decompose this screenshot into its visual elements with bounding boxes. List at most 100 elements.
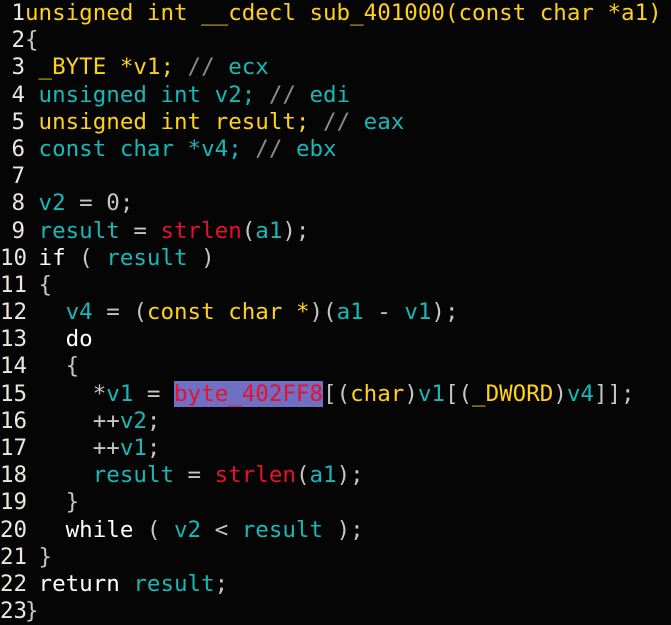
line-content[interactable]: ++v1; xyxy=(25,435,671,462)
line-content[interactable]: } xyxy=(25,489,671,516)
code-line[interactable]: 19 } xyxy=(0,489,671,516)
code-token: ( xyxy=(295,462,310,489)
code-line[interactable]: 10 if ( result ) xyxy=(0,245,671,272)
line-content[interactable]: } xyxy=(25,598,671,625)
line-content[interactable]: { xyxy=(25,27,671,54)
line-content[interactable]: do xyxy=(25,326,671,353)
line-content[interactable]: ++v2; xyxy=(25,408,671,435)
code-token: unsigned int __cdecl sub_401000(const ch… xyxy=(25,0,662,26)
line-number: 14 xyxy=(0,353,28,380)
code-token: ++ xyxy=(25,435,120,461)
code-token: strlen xyxy=(160,217,242,244)
code-line[interactable]: 3 _BYTE *v1; // ecx xyxy=(0,54,671,81)
selected-token[interactable]: byte_402FF8 xyxy=(174,380,324,407)
code-token: * xyxy=(25,380,107,407)
code-token: = ( xyxy=(92,299,147,326)
code-line[interactable]: 21 } xyxy=(0,544,671,571)
code-line[interactable]: 7 xyxy=(0,163,671,190)
line-content[interactable]: { xyxy=(25,353,671,380)
code-token: )( xyxy=(309,299,337,326)
line-number: 1 xyxy=(11,0,25,26)
code-token: { xyxy=(25,271,53,298)
code-token: if xyxy=(38,244,66,271)
code-line[interactable]: 15 *v1 = byte_402FF8[(char)v1[(_DWORD)v4… xyxy=(0,380,671,408)
code-token: result xyxy=(92,462,175,489)
line-content[interactable]: unsigned int __cdecl sub_401000(const ch… xyxy=(25,0,671,27)
code-token: = xyxy=(174,462,215,489)
code-line[interactable]: 13 do xyxy=(0,326,671,353)
line-content[interactable]: if ( result ) xyxy=(25,245,671,272)
line-content[interactable]: *v1 = byte_402FF8[(char)v1[(_DWORD)v4]]; xyxy=(25,380,671,408)
code-line[interactable]: 4 unsigned int v2; // edi xyxy=(0,82,671,109)
code-token: ( xyxy=(241,217,256,244)
code-token: result xyxy=(106,244,188,271)
line-content[interactable]: result = strlen(a1); xyxy=(25,462,671,489)
code-token: char xyxy=(350,380,405,407)
code-line[interactable]: 5 unsigned int result; // eax xyxy=(0,109,671,136)
line-content[interactable]: result = strlen(a1); xyxy=(25,218,671,245)
code-line[interactable]: 8 v2 = 0; xyxy=(0,190,671,217)
code-line[interactable]: 11 { xyxy=(0,272,671,299)
line-content[interactable]: } xyxy=(25,544,671,571)
code-token: { xyxy=(25,27,39,54)
code-line[interactable]: 12 v4 = (const char *)(a1 - v1); xyxy=(0,299,671,326)
line-content[interactable]: unsigned int result; // eax xyxy=(25,109,671,136)
code-token: ) xyxy=(553,380,567,407)
code-line[interactable]: 16 ++v2; xyxy=(0,408,671,435)
code-line[interactable]: 22 return result; xyxy=(0,571,671,598)
code-line[interactable]: 9 result = strlen(a1); xyxy=(0,218,671,245)
line-number: 8 xyxy=(11,190,25,217)
code-token: ; xyxy=(146,407,161,434)
code-token: ); xyxy=(336,462,364,489)
code-token: ) xyxy=(404,380,418,407)
line-number: 12 xyxy=(0,299,28,326)
code-token: v1 xyxy=(404,299,432,326)
code-token: * xyxy=(295,299,310,326)
code-token: strlen xyxy=(214,462,296,489)
code-token: ); xyxy=(323,516,364,543)
code-line[interactable]: 1 unsigned int __cdecl sub_401000(const c… xyxy=(0,0,671,27)
code-token: a1 xyxy=(309,462,337,489)
code-line[interactable]: 20 while ( v2 < result ); xyxy=(0,517,671,544)
code-token: // xyxy=(255,81,310,108)
code-token: ( xyxy=(133,516,175,543)
code-token: } xyxy=(25,543,53,570)
code-token: ; xyxy=(214,570,229,597)
code-line[interactable]: 17 ++v1; xyxy=(0,435,671,462)
pseudocode-view[interactable]: 1 unsigned int __cdecl sub_401000(const c… xyxy=(0,0,671,625)
code-token: ; xyxy=(119,190,134,217)
code-line-list: 1 unsigned int __cdecl sub_401000(const c… xyxy=(0,0,671,625)
line-content[interactable]: _BYTE *v1; // ecx xyxy=(25,54,671,81)
line-content[interactable]: unsigned int v2; // edi xyxy=(25,82,671,109)
code-token: ]]; xyxy=(593,380,635,407)
line-number: 4 xyxy=(11,81,25,108)
code-line[interactable]: 2{ xyxy=(0,27,671,54)
line-content[interactable]: { xyxy=(25,272,671,299)
code-line[interactable]: 6 const char *v4; // ebx xyxy=(0,136,671,163)
line-content[interactable]: const char *v4; // ebx xyxy=(25,136,671,163)
code-token: do xyxy=(65,326,93,353)
line-content[interactable]: return result; xyxy=(25,571,671,598)
line-number: 9 xyxy=(11,217,25,244)
line-content[interactable]: while ( v2 < result ); xyxy=(25,517,671,544)
code-line[interactable]: 23} xyxy=(0,598,671,625)
code-token: // xyxy=(174,54,229,81)
line-content[interactable]: v2 = 0; xyxy=(25,190,671,217)
line-number: 6 xyxy=(11,135,25,162)
line-number: 2 xyxy=(11,27,25,54)
code-token: v2 xyxy=(119,407,147,434)
line-number: 22 xyxy=(0,570,28,597)
code-token: unsigned int v2; xyxy=(25,81,256,108)
code-token: a1 xyxy=(336,299,364,326)
code-token: v2 xyxy=(174,516,202,543)
line-content[interactable]: v4 = (const char *)(a1 - v1); xyxy=(25,299,671,326)
code-line[interactable]: 14 { xyxy=(0,353,671,380)
code-token: return xyxy=(38,570,120,597)
code-line[interactable]: 18 result = strlen(a1); xyxy=(0,462,671,489)
code-token: a1 xyxy=(255,217,283,244)
